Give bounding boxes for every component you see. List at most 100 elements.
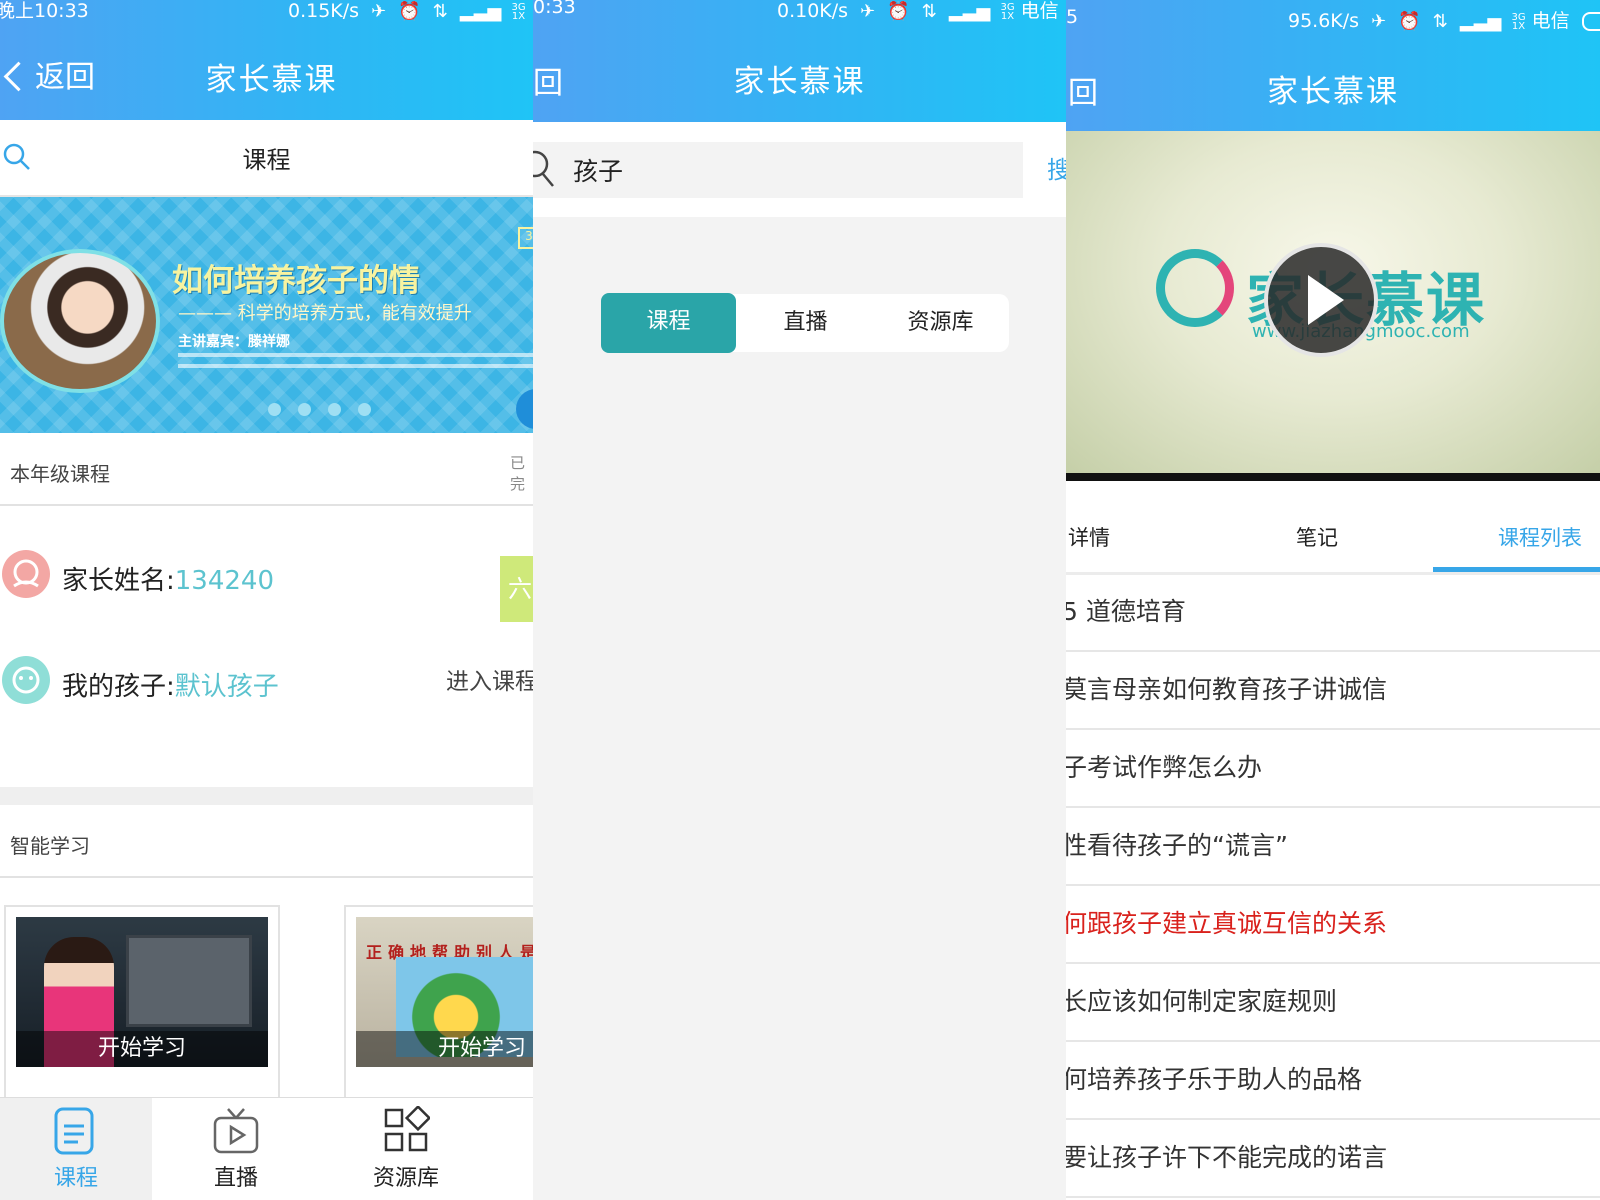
search-category-switch: 课程 直播 资源库 <box>601 293 1009 353</box>
nav-item-resources[interactable]: 资源库 <box>330 1098 482 1200</box>
carousel-dot[interactable] <box>328 403 341 416</box>
active-tab-indicator <box>1433 567 1600 572</box>
network-type: 3G 1X <box>1000 1 1015 22</box>
course-card[interactable]: 正确地帮助别人是一 开始学习 <box>344 905 533 1109</box>
battery-icon <box>1581 12 1600 31</box>
carousel-dot[interactable] <box>268 403 281 416</box>
segment-live[interactable]: 直播 <box>738 294 873 352</box>
data-arrows-icon: ⇅ <box>432 1 448 22</box>
subheader-title: 课程 <box>242 146 291 174</box>
banner-next-button[interactable] <box>516 389 533 429</box>
data-arrows-icon: ⇅ <box>1432 11 1448 32</box>
search-button[interactable]: 搜 <box>1047 150 1066 185</box>
section-gap <box>0 787 533 805</box>
status-bar: 95.6K/s ✈ ⏰ ⇅ ▂▃▅ 3G 1X 电信 <box>1288 6 1600 33</box>
banner-credentials <box>178 353 533 375</box>
parent-name-value: 134240 <box>174 566 275 596</box>
mute-icon: ✈ <box>371 1 387 22</box>
tab-notes[interactable]: 笔记 <box>1296 522 1338 552</box>
lesson-item[interactable]: 子考试作弊怎么办 <box>1066 730 1600 808</box>
carousel-dots <box>268 401 388 420</box>
banner-subtitle: ——— 科学的培养方式，能有效提升 <box>178 303 472 324</box>
search-input-value: 孩子 <box>573 157 624 186</box>
status-bar: 0.15K/s ✈ ⏰ ⇅ ▂▃▅ 3G1X 电 <box>288 0 533 23</box>
signal-icon: ▂▃▅ <box>459 1 502 22</box>
network-speed: 95.6K/s <box>1288 10 1360 32</box>
search-input[interactable]: 孩子 <box>533 142 1023 198</box>
child-avatar <box>2 656 50 704</box>
banner-title: 如何培养孩子的情 <box>172 263 420 299</box>
video-player[interactable]: 家长慕课 www.jiazhangmooc.com <box>1066 131 1600 481</box>
course-home-panel: 晚上10:33 0.15K/s ✈ ⏰ ⇅ ▂▃▅ 3G1X 电 返回 家长慕课… <box>0 0 533 1200</box>
document-icon <box>54 1107 94 1155</box>
course-thumbnail: 开始学习 <box>16 917 268 1067</box>
status-time: 5 <box>1066 6 1079 28</box>
nav-label: 资源库 <box>372 1166 439 1191</box>
parent-name-label: 家长姓名: <box>62 566 175 596</box>
signal-icon: ▂▃▅ <box>1459 11 1502 32</box>
banner-speaker: 主讲嘉宾：滕祥娜 <box>178 334 290 350</box>
child-name: 我的孩子:默认孩子 <box>62 666 279 703</box>
app-header: 0:33 0.10K/s ✈ ⏰ ⇅ ▂▃▅ 3G 1X 电信 回 家长慕课 <box>533 0 1066 122</box>
lesson-item[interactable]: 要让孩子许下不能完成的诺言 <box>1066 1120 1600 1198</box>
search-bar: 孩子 搜 <box>533 122 1066 217</box>
lesson-item[interactable]: 何培养孩子乐于助人的品格 <box>1066 1042 1600 1120</box>
promo-banner[interactable]: 如何培养孩子的情 ——— 科学的培养方式，能有效提升 主讲嘉宾：滕祥娜 3 <box>0 197 533 433</box>
course-thumbnail: 正确地帮助别人是一 开始学习 <box>356 917 533 1067</box>
segment-resources[interactable]: 资源库 <box>873 294 1008 352</box>
enter-course-link[interactable]: 进入课程 <box>446 662 533 696</box>
search-panel: 0:33 0.10K/s ✈ ⏰ ⇅ ▂▃▅ 3G 1X 电信 回 家长慕课 孩子… <box>533 0 1066 1200</box>
lesson-item[interactable]: 莫言母亲如何教育孩子讲诚信 <box>1066 652 1600 730</box>
grid-icon <box>384 1106 430 1152</box>
chapter-heading[interactable]: 5 道德培育 <box>1066 574 1600 652</box>
child-avatar-icon <box>12 666 40 694</box>
lesson-title: 莫言母亲如何教育孩子讲诚信 <box>1066 675 1388 704</box>
network-type: 3G 1X <box>1511 11 1526 32</box>
carousel-dot[interactable] <box>358 403 371 416</box>
carrier: 电信 <box>1020 0 1059 22</box>
lesson-title: 5 道德培育 <box>1066 597 1186 626</box>
nav-item-course[interactable]: 课程 <box>0 1098 152 1200</box>
start-learning-label: 开始学习 <box>356 1031 533 1067</box>
status-time: 晚上10:33 <box>0 0 89 22</box>
grade-tag[interactable]: 六 <box>500 556 533 622</box>
child-name-value[interactable]: 默认孩子 <box>175 672 279 702</box>
lesson-item[interactable]: 性看待孩子的“谎言” <box>1066 808 1600 886</box>
grade-courses-heading: 本年级课程 <box>10 462 110 486</box>
mute-icon: ✈ <box>1371 11 1387 32</box>
lesson-item[interactable]: 长应该如何制定家庭规则 <box>1066 964 1600 1042</box>
status-bar: 0.10K/s ✈ ⏰ ⇅ ▂▃▅ 3G 1X 电信 <box>777 0 1066 23</box>
tv-icon <box>213 1108 259 1154</box>
search-icon <box>533 150 554 187</box>
tab-course-list[interactable]: 课程列表 <box>1498 522 1582 552</box>
play-icon[interactable] <box>1264 243 1378 357</box>
app-header: 晚上10:33 0.15K/s ✈ ⏰ ⇅ ▂▃▅ 3G1X 电 返回 家长慕课 <box>0 0 533 120</box>
alarm-icon: ⏰ <box>398 1 421 22</box>
status-time: 0:33 <box>533 0 576 18</box>
page-title: 家长慕课 <box>733 64 866 100</box>
mute-icon: ✈ <box>860 1 876 22</box>
start-learning-label: 开始学习 <box>16 1031 268 1067</box>
carrier: 电信 <box>1531 10 1570 32</box>
tab-details[interactable]: 详情 <box>1068 522 1110 552</box>
network-speed: 0.10K/s <box>777 0 849 22</box>
network-type: 3G 1X <box>511 1 526 22</box>
segment-course[interactable]: 课程 <box>601 293 736 353</box>
network-speed: 0.15K/s <box>288 0 360 22</box>
alarm-icon: ⏰ <box>887 1 910 22</box>
course-subheader: 课程 <box>0 120 533 197</box>
app-header: 5 95.6K/s ✈ ⏰ ⇅ ▂▃▅ 3G 1X 电信 回 家长慕课 <box>1066 0 1600 131</box>
course-card[interactable]: 开始学习 <box>4 905 280 1109</box>
bottom-nav: 课程 直播 资源库 <box>0 1097 533 1200</box>
nav-item-live[interactable]: 直播 <box>160 1098 312 1200</box>
thumbnail-screen <box>126 935 252 1027</box>
lesson-title: 子考试作弊怎么办 <box>1066 753 1263 782</box>
nav-label: 直播 <box>213 1166 258 1191</box>
carousel-dot[interactable] <box>298 403 311 416</box>
page-title: 家长慕课 <box>205 62 338 98</box>
lesson-item[interactable]: 何跟孩子建立真诚互信的关系 <box>1066 886 1600 964</box>
lesson-title: 要让孩子许下不能完成的诺言 <box>1066 1143 1388 1172</box>
lesson-title: 长应该如何制定家庭规则 <box>1066 987 1338 1016</box>
speaker-photo <box>0 249 160 393</box>
lesson-title: 何培养孩子乐于助人的品格 <box>1066 1065 1363 1094</box>
